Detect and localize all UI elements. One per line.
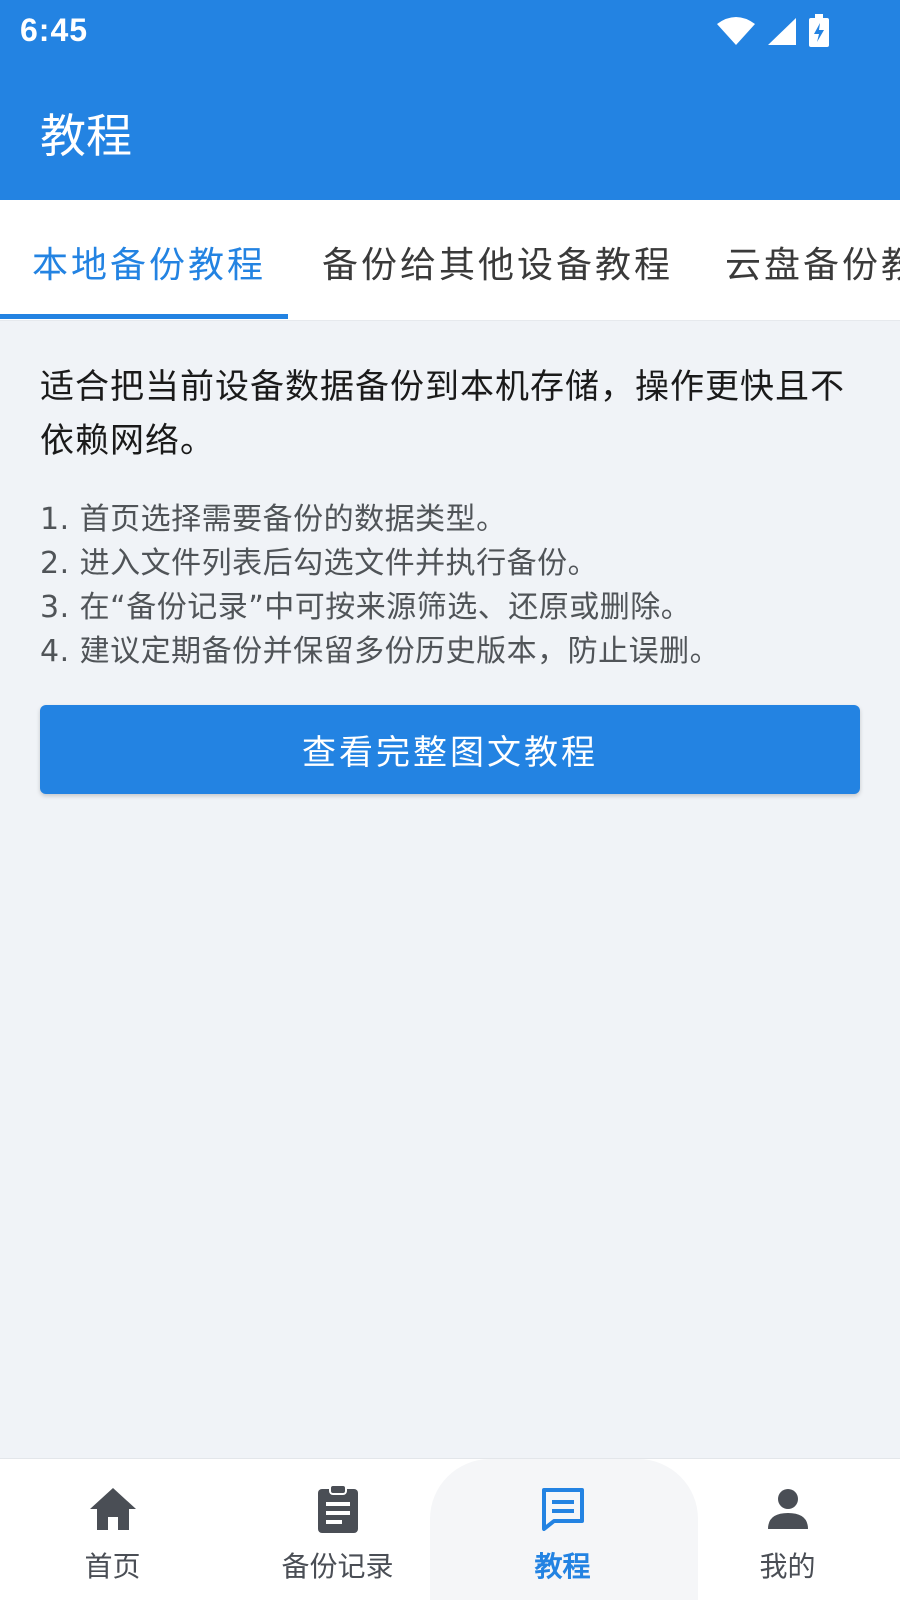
step-item: 3. 在“备份记录”中可按来源筛选、还原或删除。 [40,590,692,625]
tab-other-device-backup[interactable]: 备份给其他设备教程 [322,236,673,288]
view-full-tutorial-button[interactable]: 查看完整图文教程 [40,705,860,794]
status-time: 6:45 [20,12,89,48]
signal-icon [766,16,798,50]
bottom-nav: 首页 备份记录 教程 我的 [0,1458,900,1600]
nav-item-home[interactable]: 首页 [0,1459,225,1600]
person-icon [766,1483,810,1535]
battery-charging-icon [808,14,830,52]
nav-label: 教程 [534,1550,591,1583]
tutorial-icon [540,1483,586,1535]
steps-list: 1. 首页选择需要备份的数据类型。 2. 进入文件列表后勾选文件并执行备份。 3… [40,498,860,674]
tab-cloud-backup[interactable]: 云盘备份教程 [725,236,900,288]
status-icons [716,14,830,52]
step-item: 1. 首页选择需要备份的数据类型。 [40,502,507,537]
nav-label: 备份记录 [281,1550,394,1583]
tab-local-backup[interactable]: 本地备份教程 [32,236,266,288]
tab-indicator [0,314,288,319]
clipboard-icon [316,1483,360,1535]
app-bar: 教程 [0,64,900,200]
nav-item-tutorial[interactable]: 教程 [450,1459,675,1600]
tab-bar: 本地备份教程 备份给其他设备教程 云盘备份教程 [0,200,900,321]
nav-label: 首页 [84,1550,141,1583]
nav-item-profile[interactable]: 我的 [675,1459,900,1600]
step-item: 2. 进入文件列表后勾选文件并执行备份。 [40,546,599,581]
wifi-icon [716,16,756,50]
status-bar: 6:45 [0,0,900,64]
home-icon [88,1483,138,1535]
tutorial-content: 适合把当前设备数据备份到本机存储，操作更快且不依赖网络。 1. 首页选择需要备份… [40,360,860,674]
page-title: 教程 [40,109,132,163]
nav-label: 我的 [759,1550,816,1583]
nav-item-backup-records[interactable]: 备份记录 [225,1459,450,1600]
intro-text: 适合把当前设备数据备份到本机存储，操作更快且不依赖网络。 [40,367,845,461]
step-item: 4. 建议定期备份并保留多份历史版本，防止误删。 [40,634,721,669]
